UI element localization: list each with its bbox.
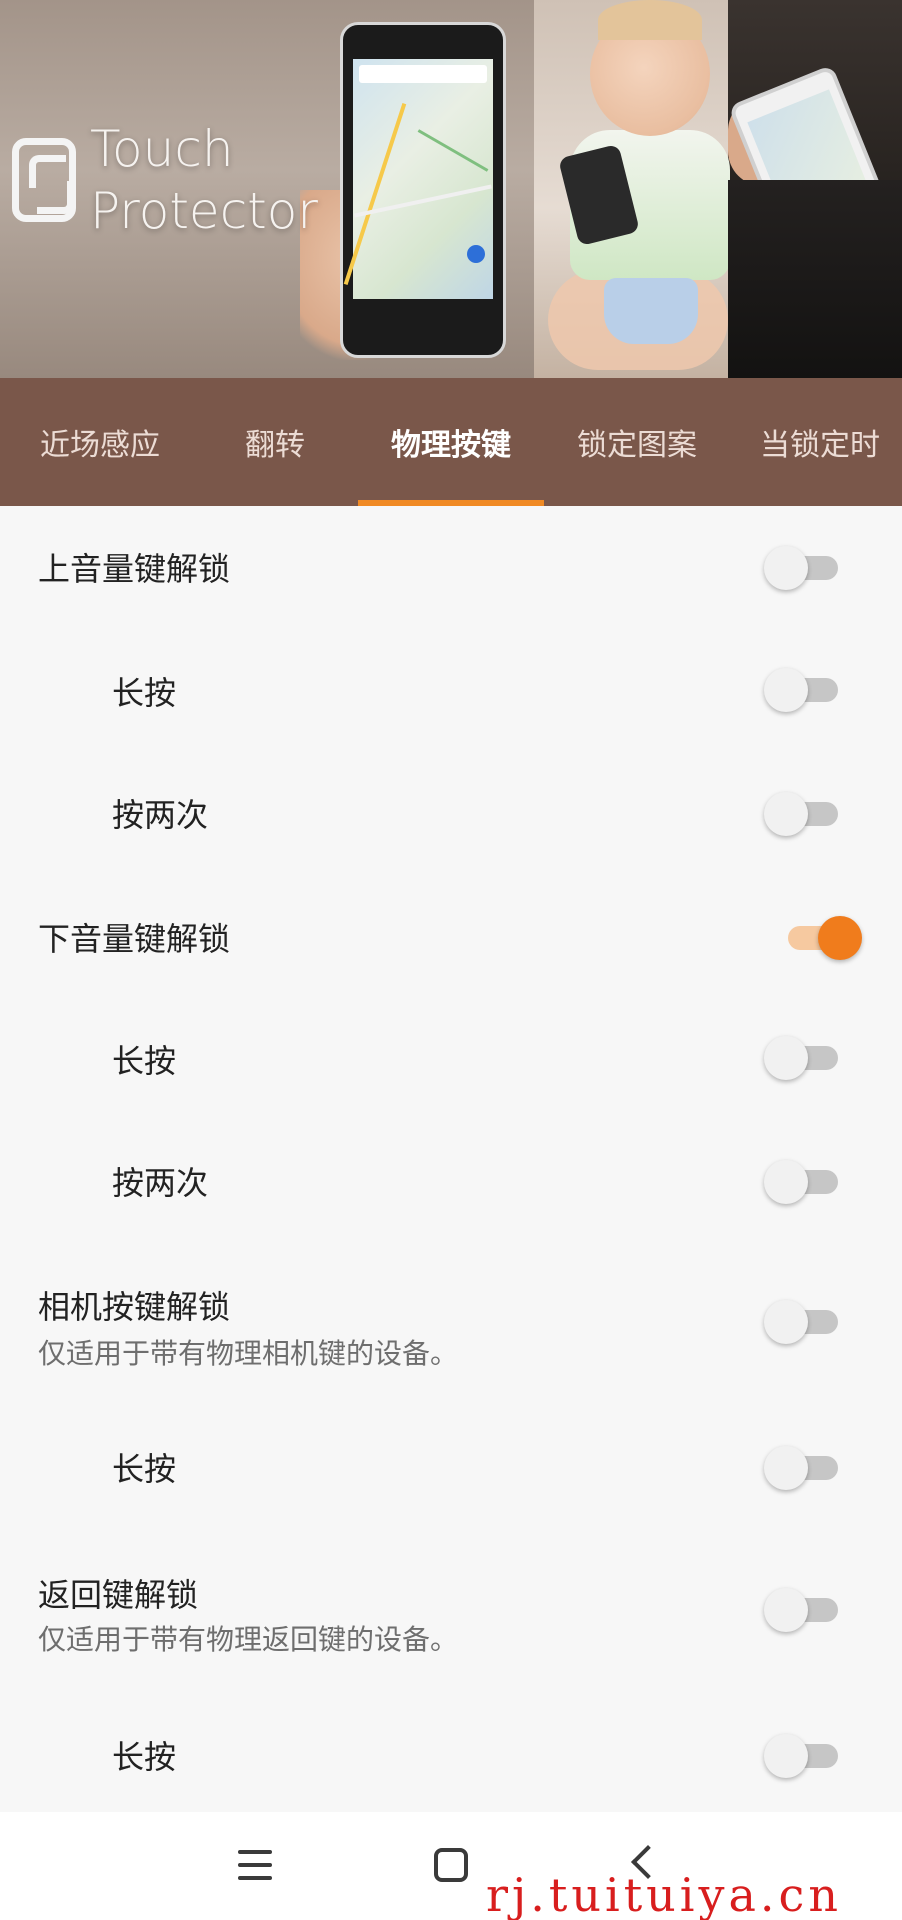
setting-row-volume-down-double-press[interactable]: 按两次	[0, 1118, 902, 1242]
setting-row-volume-up-double-press[interactable]: 按两次	[0, 750, 902, 874]
tab-physical-keys[interactable]: 物理按键	[358, 378, 544, 506]
setting-title: 长按	[112, 674, 177, 712]
tab-lock-pattern[interactable]: 锁定图案	[544, 378, 730, 506]
toggle-switch-volume-down-double-press[interactable]	[764, 1160, 844, 1204]
baby-diaper	[604, 278, 698, 344]
setting-title: 相机按键解锁	[38, 1288, 231, 1326]
setting-title: 长按	[112, 1738, 177, 1776]
setting-title: 按两次	[112, 1164, 209, 1202]
setting-row-back-key-long-press[interactable]: 长按	[0, 1694, 902, 1812]
toggle-switch-volume-down[interactable]	[778, 916, 862, 960]
app-brand-text: Touch Protector	[90, 118, 318, 242]
setting-subtitle: 仅适用于带有物理返回键的设备。	[38, 1623, 459, 1656]
setting-row-volume-up-long-press[interactable]: 长按	[0, 628, 902, 750]
setting-row-volume-up[interactable]: 上音量键解锁	[0, 506, 902, 628]
tab-flip[interactable]: 翻转	[200, 378, 350, 506]
setting-title: 按两次	[112, 796, 209, 834]
toggle-switch-back-key-long-press[interactable]	[764, 1734, 844, 1778]
setting-row-back-key[interactable]: 返回键解锁 仅适用于带有物理返回键的设备。	[0, 1530, 902, 1694]
setting-title: 上音量键解锁	[38, 550, 231, 588]
toggle-switch-volume-down-long-press[interactable]	[764, 1036, 844, 1080]
baby-hair	[598, 0, 702, 40]
pocket	[728, 180, 902, 378]
setting-title: 返回键解锁	[38, 1576, 199, 1614]
toggle-switch-volume-up-long-press[interactable]	[764, 668, 844, 712]
toggle-switch-volume-up-double-press[interactable]	[764, 792, 844, 836]
watermark: rj.tuituiya.cn	[486, 1868, 842, 1920]
setting-row-camera-key[interactable]: 相机按键解锁 仅适用于带有物理相机键的设备。	[0, 1242, 902, 1406]
setting-row-volume-down-long-press[interactable]: 长按	[0, 996, 902, 1118]
toggle-switch-volume-up[interactable]	[764, 546, 844, 590]
setting-row-camera-key-long-press[interactable]: 长按	[0, 1406, 902, 1530]
setting-title: 下音量键解锁	[38, 920, 231, 958]
map-screen	[343, 59, 493, 299]
settings-list: 上音量键解锁 长按 按两次 下音量键解锁 长按 按两次 相机按键解锁 仅适用于带…	[0, 506, 902, 1812]
tab-bar: 近场感应 翻转 物理按键 锁定图案 当锁定时	[0, 378, 902, 506]
setting-row-volume-down[interactable]: 下音量键解锁	[0, 874, 902, 996]
brand-line-2: Protector	[90, 182, 318, 240]
toggle-switch-back-key[interactable]	[764, 1588, 844, 1632]
app-logo-icon	[12, 138, 76, 222]
tab-when-locked[interactable]: 当锁定时	[730, 378, 902, 506]
toggle-switch-camera-key[interactable]	[764, 1300, 844, 1344]
phone-illustration	[340, 22, 506, 358]
home-icon[interactable]	[434, 1848, 468, 1882]
hero-banner: Touch Protector	[0, 0, 902, 378]
tab-proximity[interactable]: 近场感应	[0, 378, 200, 506]
toggle-switch-camera-key-long-press[interactable]	[764, 1446, 844, 1490]
setting-subtitle: 仅适用于带有物理相机键的设备。	[38, 1337, 459, 1370]
setting-title: 长按	[112, 1042, 177, 1080]
brand-line-1: Touch	[90, 120, 234, 178]
setting-title: 长按	[112, 1450, 177, 1488]
menu-icon[interactable]	[238, 1850, 272, 1882]
